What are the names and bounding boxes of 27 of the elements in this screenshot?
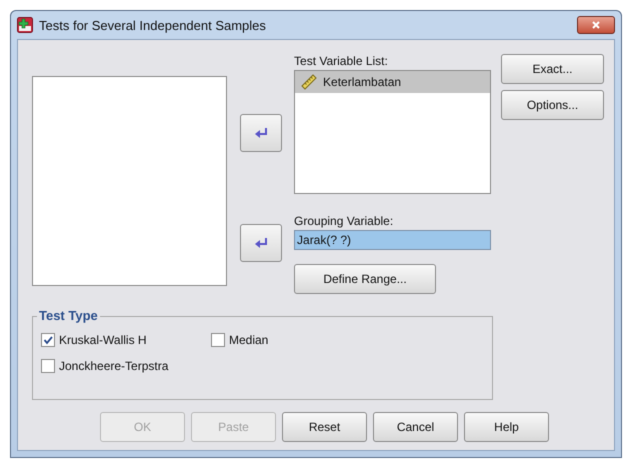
- list-item[interactable]: Keterlambatan: [295, 71, 490, 93]
- field-label: Grouping Variable:: [294, 214, 394, 228]
- checkbox[interactable]: [211, 333, 225, 347]
- test-variable-list[interactable]: Keterlambatan: [294, 70, 491, 194]
- app-icon: [17, 17, 33, 33]
- group-title: Test Type: [37, 308, 100, 323]
- checkbox-option[interactable]: Kruskal-Wallis H: [41, 333, 211, 347]
- checkbox[interactable]: [41, 359, 55, 373]
- dialog-button[interactable]: Options...: [501, 90, 604, 120]
- window-title: Tests for Several Independent Samples: [39, 18, 267, 32]
- move-arrow-button[interactable]: [240, 114, 282, 152]
- arrow-left-icon: [252, 125, 269, 141]
- define-range-button[interactable]: Define Range...: [294, 264, 436, 294]
- checkbox-option[interactable]: Median: [211, 333, 361, 347]
- ruler-icon: [301, 74, 318, 90]
- dialog-button[interactable]: Help: [464, 412, 549, 442]
- dialog-button[interactable]: Cancel: [373, 412, 458, 442]
- grouping-variable-field[interactable]: Jarak(? ?): [294, 230, 491, 250]
- dialog-button[interactable]: Exact...: [501, 54, 604, 84]
- checkbox[interactable]: [41, 333, 55, 347]
- close-icon: [591, 20, 601, 30]
- move-arrow-button[interactable]: [240, 224, 282, 262]
- arrow-left-icon: [252, 235, 269, 251]
- dialog-button[interactable]: Reset: [282, 412, 367, 442]
- checkbox-option[interactable]: Jonckheere-Terpstra: [41, 359, 211, 373]
- list-label: Test Variable List:: [294, 54, 389, 68]
- close-button[interactable]: [577, 16, 615, 34]
